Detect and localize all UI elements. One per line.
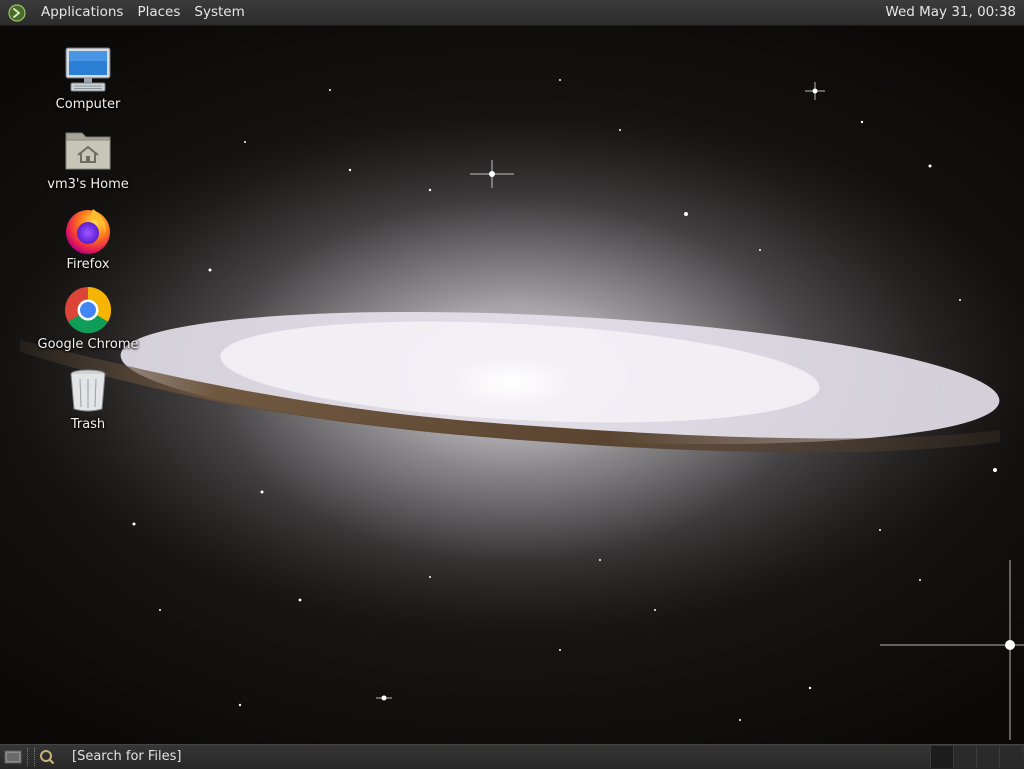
desktop-icon-home[interactable]: vm3's Home	[28, 125, 148, 192]
clock[interactable]: Wed May 31, 00:38	[877, 0, 1020, 25]
workspace-switcher	[930, 746, 1022, 768]
workspace-2[interactable]	[953, 746, 976, 768]
workspace-4[interactable]	[999, 746, 1022, 768]
panel-handle[interactable]	[27, 748, 35, 766]
search-for-files-button[interactable]: [Search for Files]	[66, 746, 187, 768]
top-panel: Applications Places System Wed May 31, 0…	[0, 0, 1024, 26]
bottom-panel: [Search for Files]	[0, 744, 1024, 769]
firefox-icon	[63, 205, 113, 255]
desktop-icon-trash[interactable]: Trash	[28, 365, 148, 432]
workspace-1[interactable]	[930, 746, 953, 768]
search-icon[interactable]	[38, 748, 56, 766]
desktop-icon-label: vm3's Home	[47, 177, 129, 192]
mate-logo-icon[interactable]	[8, 3, 26, 22]
desktop-icon-firefox[interactable]: Firefox	[28, 205, 148, 272]
computer-icon	[63, 45, 113, 95]
desktop-icon-chrome[interactable]: Google Chrome	[28, 285, 148, 352]
chrome-icon	[63, 285, 113, 335]
show-desktop-icon[interactable]	[2, 746, 24, 768]
workspace-3[interactable]	[976, 746, 999, 768]
desktop-icon-label: Google Chrome	[37, 337, 139, 352]
home-folder-icon	[63, 125, 113, 175]
desktop-icon-label: Firefox	[66, 257, 110, 272]
desktop-icon-label: Trash	[70, 417, 106, 432]
system-menu[interactable]: System	[187, 0, 251, 25]
desktop-wallpaper	[0, 0, 1024, 768]
desktop-icon-label: Computer	[55, 97, 121, 112]
desktop-icon-computer[interactable]: Computer	[28, 45, 148, 112]
places-menu[interactable]: Places	[130, 0, 187, 25]
applications-menu[interactable]: Applications	[34, 0, 130, 25]
trash-icon	[63, 365, 113, 415]
